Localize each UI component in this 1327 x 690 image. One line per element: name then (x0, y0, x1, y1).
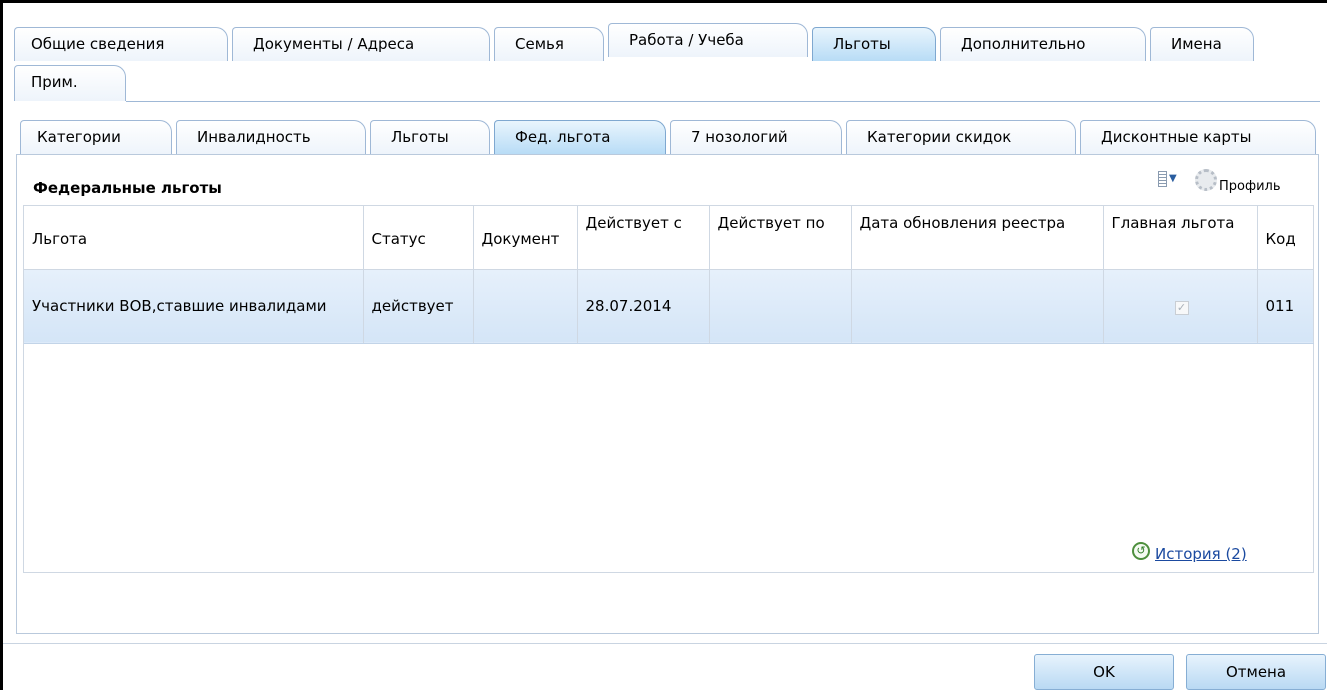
history-icon[interactable]: ↺ (1132, 542, 1150, 560)
panel-header: Федеральные льготы ▼ Профиль (17, 155, 1318, 205)
subtab-federal-benefit[interactable]: Фед. льгота (494, 120, 666, 154)
col-header-benefit[interactable]: Льгота (24, 206, 364, 270)
subtab-benefits[interactable]: Льготы (370, 120, 490, 154)
subtab-discount-categories[interactable]: Категории скидок (846, 120, 1076, 154)
col-header-code[interactable]: Код (1257, 206, 1314, 270)
ok-button[interactable]: OK (1034, 654, 1174, 690)
gear-icon[interactable] (1195, 169, 1217, 191)
cancel-button[interactable]: Отмена (1186, 654, 1326, 690)
col-header-registry-update[interactable]: Дата обновления реестра (851, 206, 1104, 270)
subtab-7-nosologies[interactable]: 7 нозологий (670, 120, 842, 154)
main-benefit-checkbox: ✓ (1174, 300, 1189, 315)
subtab-categories[interactable]: Категории (20, 120, 172, 154)
tab-notes[interactable]: Прим. (14, 65, 126, 101)
tab-family[interactable]: Семья (494, 27, 604, 61)
tab-additional[interactable]: Дополнительно (940, 27, 1146, 61)
history-link[interactable]: История (2) (1155, 545, 1247, 563)
footer-divider (3, 643, 1327, 644)
cell-code: 011 (1257, 269, 1314, 344)
federal-benefits-panel: Федеральные льготы ▼ Профиль Льгота Стат… (16, 154, 1319, 634)
tab-documents-addresses[interactable]: Документы / Адреса (232, 27, 490, 61)
col-header-main-benefit[interactable]: Главная льгота (1103, 206, 1258, 270)
panel-title: Федеральные льготы (33, 179, 222, 197)
table-row[interactable]: Участники ВОВ,ставшие инвалидами действу… (24, 269, 1314, 344)
tab-names[interactable]: Имена (1150, 27, 1254, 61)
col-header-document[interactable]: Документ (473, 206, 578, 270)
cell-valid-from: 28.07.2014 (577, 269, 710, 344)
cell-benefit: Участники ВОВ,ставшие инвалидами (24, 269, 364, 344)
subtab-discount-cards[interactable]: Дисконтные карты (1080, 120, 1316, 154)
subtab-disability[interactable]: Инвалидность (176, 120, 366, 154)
tab-strip-divider (126, 101, 1320, 102)
tab-benefits[interactable]: Льготы (812, 27, 936, 61)
cell-main-benefit: ✓ (1103, 269, 1258, 344)
col-header-status[interactable]: Статус (363, 206, 474, 270)
benefits-table: Льгота Статус Документ Действует с Дейст… (24, 206, 1314, 344)
tab-work-study[interactable]: Работа / Учеба (608, 23, 808, 57)
profile-button[interactable]: Профиль (1219, 179, 1281, 194)
col-header-valid-to[interactable]: Действует по (709, 206, 852, 270)
cell-document (473, 269, 578, 344)
cell-valid-to (709, 269, 852, 344)
table-header-row: Льгота Статус Документ Действует с Дейст… (24, 206, 1314, 270)
benefits-grid: Льгота Статус Документ Действует с Дейст… (23, 205, 1314, 573)
cell-registry-update (851, 269, 1104, 344)
columns-menu-icon[interactable]: ▼ (1158, 171, 1180, 189)
cell-status: действует (363, 269, 474, 344)
col-header-valid-from[interactable]: Действует с (577, 206, 710, 270)
tab-general-info[interactable]: Общие сведения (14, 27, 228, 61)
